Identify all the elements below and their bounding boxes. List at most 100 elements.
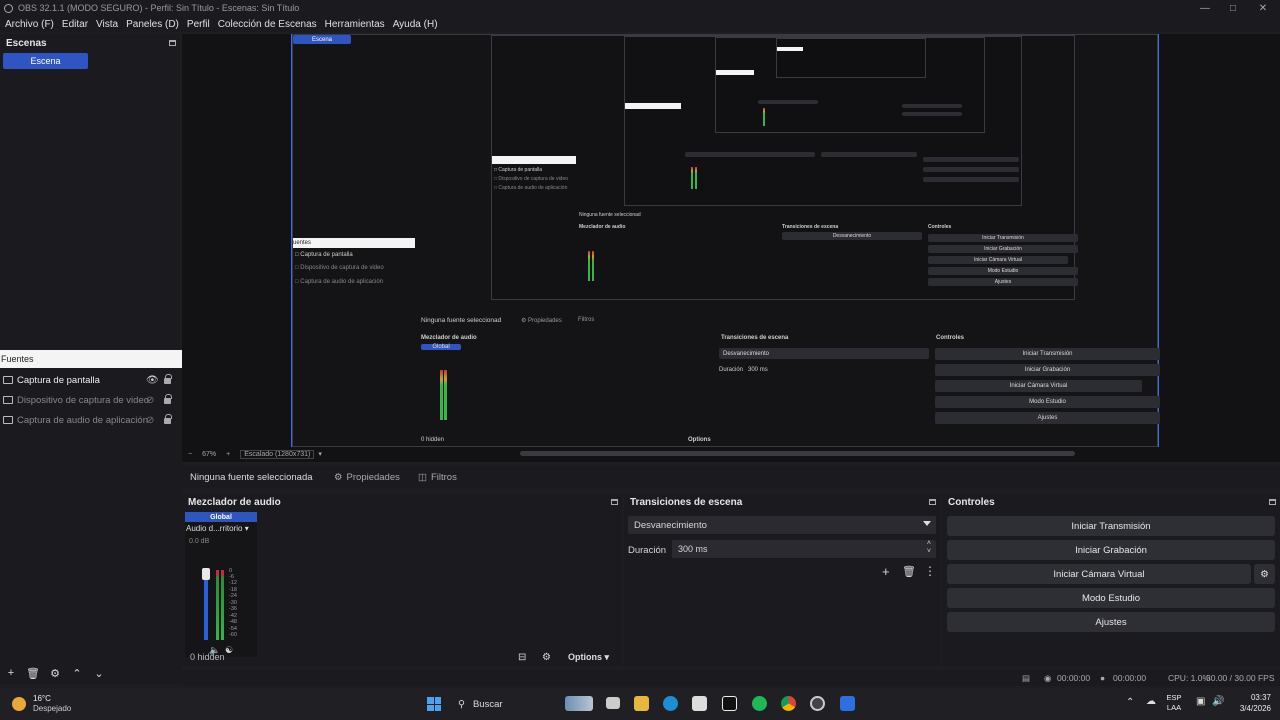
undock-icon[interactable] [929,499,936,505]
gear-icon: ⚙ [334,471,343,483]
spinner-icon[interactable]: ˄ ˅ [927,540,931,556]
menu-coleccion-escenas[interactable]: Colección de Escenas [218,19,317,30]
preview-canvas[interactable]: Escena uentes □ Captura de pantalla □ Di… [182,34,1280,462]
app-blue-icon[interactable] [840,696,855,711]
scale-select[interactable]: Escalado (1280x731) [240,449,315,459]
camera-icon [3,396,13,404]
visibility-hidden-icon[interactable]: ⊘ [146,395,154,406]
level-meter-left [216,570,219,640]
scene-transitions-dock: Transiciones de escena Desvanecimiento D… [624,494,940,666]
level-meter-right [221,570,224,640]
transitions-title: Transiciones de escena [630,496,743,508]
menu-vista[interactable]: Vista [96,19,118,30]
app-audio-icon [3,416,13,424]
source-item-video-device[interactable]: Dispositivo de captura de video ⊘ [0,390,182,410]
obs-taskbar-icon[interactable] [810,696,825,711]
tick-label: -24 [229,593,237,599]
duration-input[interactable]: 300 ms ˄ ˅ [672,540,936,558]
network-signal-icon: ▤ [1022,673,1031,683]
sources-dock: Fuentes Captura de pantalla 👁 Dispositiv… [0,350,182,684]
undock-icon[interactable] [1269,499,1276,505]
undock-icon[interactable] [611,499,618,505]
taskbar-search[interactable]: ⚲ Buscar [454,695,582,713]
obs-logo-icon [4,3,13,13]
source-toolbar: Ninguna fuente seleccionada ⚙ Propiedade… [182,466,1280,488]
spotify-icon[interactable] [752,696,767,711]
remove-source-icon[interactable]: 🗑 [22,667,44,680]
properties-button[interactable]: ⚙ Propiedades [334,472,400,483]
app-a-icon[interactable] [722,696,737,711]
zoom-in-icon[interactable]: + [226,451,230,458]
source-settings-gear-icon[interactable]: ⚙ [44,667,66,680]
lock-icon[interactable] [164,374,172,384]
chevron-down-icon[interactable]: ▾ [318,450,322,458]
options-button[interactable]: Options ▾ [568,652,609,663]
clock-date[interactable]: 3/4/2026 [1227,704,1271,713]
start-recording-button[interactable]: Iniciar Grabación [947,540,1275,560]
menu-editar[interactable]: Editar [62,19,88,30]
lock-icon[interactable] [164,394,172,404]
virtual-camera-gear-icon[interactable]: ⚙ [1254,564,1275,584]
undock-icon[interactable] [169,40,176,46]
menu-ayuda[interactable]: Ayuda (H) [393,19,438,30]
channel-name[interactable]: Audio d...rritorio ▾ [186,524,249,533]
stream-icon: ◉ [1044,673,1052,683]
volume-icon[interactable]: 🔊 [1212,696,1224,707]
preview-horizontal-scrollbar[interactable] [520,451,1075,456]
edge-icon[interactable] [663,696,678,711]
volume-fader-track[interactable] [204,570,208,640]
visibility-hidden-icon[interactable]: ⊘ [146,415,154,426]
menu-archivo[interactable]: Archivo (F) [5,19,54,30]
menu-herramientas[interactable]: Herramientas [325,19,385,30]
record-time: 00:00:00 [1113,673,1147,683]
start-streaming-button[interactable]: Iniciar Transmisión [947,516,1275,536]
visibility-eye-icon[interactable]: 👁 [146,375,159,386]
move-up-icon[interactable]: ⌃ [66,667,88,680]
mixer-channel: Global Audio d...rritorio ▾ 0.0 dB 0 -6 … [185,512,257,657]
start-virtual-camera-button[interactable]: Iniciar Cámara Virtual [947,564,1251,584]
search-icon: ⚲ [458,698,465,710]
studio-mode-button[interactable]: Modo Estudio [947,588,1275,608]
filter-icon: ◫ [418,471,427,483]
minimize-button[interactable]: — [1190,0,1220,16]
chrome-icon[interactable] [781,696,796,711]
trash-icon[interactable]: 🗑 [902,565,916,578]
close-button[interactable]: ✕ [1248,0,1278,16]
maximize-button[interactable]: □ [1218,0,1248,16]
more-options-icon[interactable]: ⋮ [924,564,936,578]
tick-label: -48 [229,619,237,625]
menu-paneles[interactable]: Paneles (D) [126,19,179,30]
network-icon[interactable]: ▣ [1196,696,1205,707]
move-down-icon[interactable]: ⌄ [88,667,110,680]
clock-time[interactable]: 03:37 [1227,693,1271,702]
store-icon[interactable] [692,696,707,711]
layout-icon[interactable]: ⊟ [518,652,526,663]
language-indicator[interactable]: ESP LAA [1164,693,1184,713]
volume-fader-handle[interactable] [202,568,210,580]
windows-start-icon[interactable] [427,697,441,711]
weather-moon-icon[interactable] [12,697,26,711]
filters-button[interactable]: ◫ Filtros [418,472,457,483]
gear-icon[interactable]: ⚙ [542,652,551,663]
tray-chevron-up-icon[interactable]: ⌃ [1126,697,1134,708]
add-source-icon[interactable]: + [0,667,22,679]
settings-button[interactable]: Ajustes [947,612,1275,632]
controls-title: Controles [948,496,995,508]
task-view-icon[interactable] [606,697,620,709]
widget-icon[interactable] [565,696,593,711]
scenes-dock: Escenas Escena [0,34,180,349]
transition-select[interactable]: Desvanecimiento [628,516,936,534]
channel-tab-global[interactable]: Global [185,512,257,522]
add-transition-icon[interactable]: + [882,564,890,579]
source-item-screen-capture[interactable]: Captura de pantalla 👁 [0,370,182,390]
weather-temperature: 16°C [33,694,51,703]
lock-icon[interactable] [164,414,172,424]
audio-mixer-dock: Mezclador de audio Global Audio d...rrit… [182,494,622,666]
title-bar: OBS 32.1.1 (MODO SEGURO) - Perfil: Sin T… [0,0,1280,16]
zoom-out-icon[interactable]: − [188,451,192,458]
tray-cloud-icon[interactable]: ☁ [1146,696,1156,707]
source-item-app-audio[interactable]: Captura de audio de aplicación ⊘ [0,410,182,430]
file-explorer-icon[interactable] [634,696,649,711]
menu-perfil[interactable]: Perfil [187,19,210,30]
scene-item[interactable]: Escena [3,53,88,69]
